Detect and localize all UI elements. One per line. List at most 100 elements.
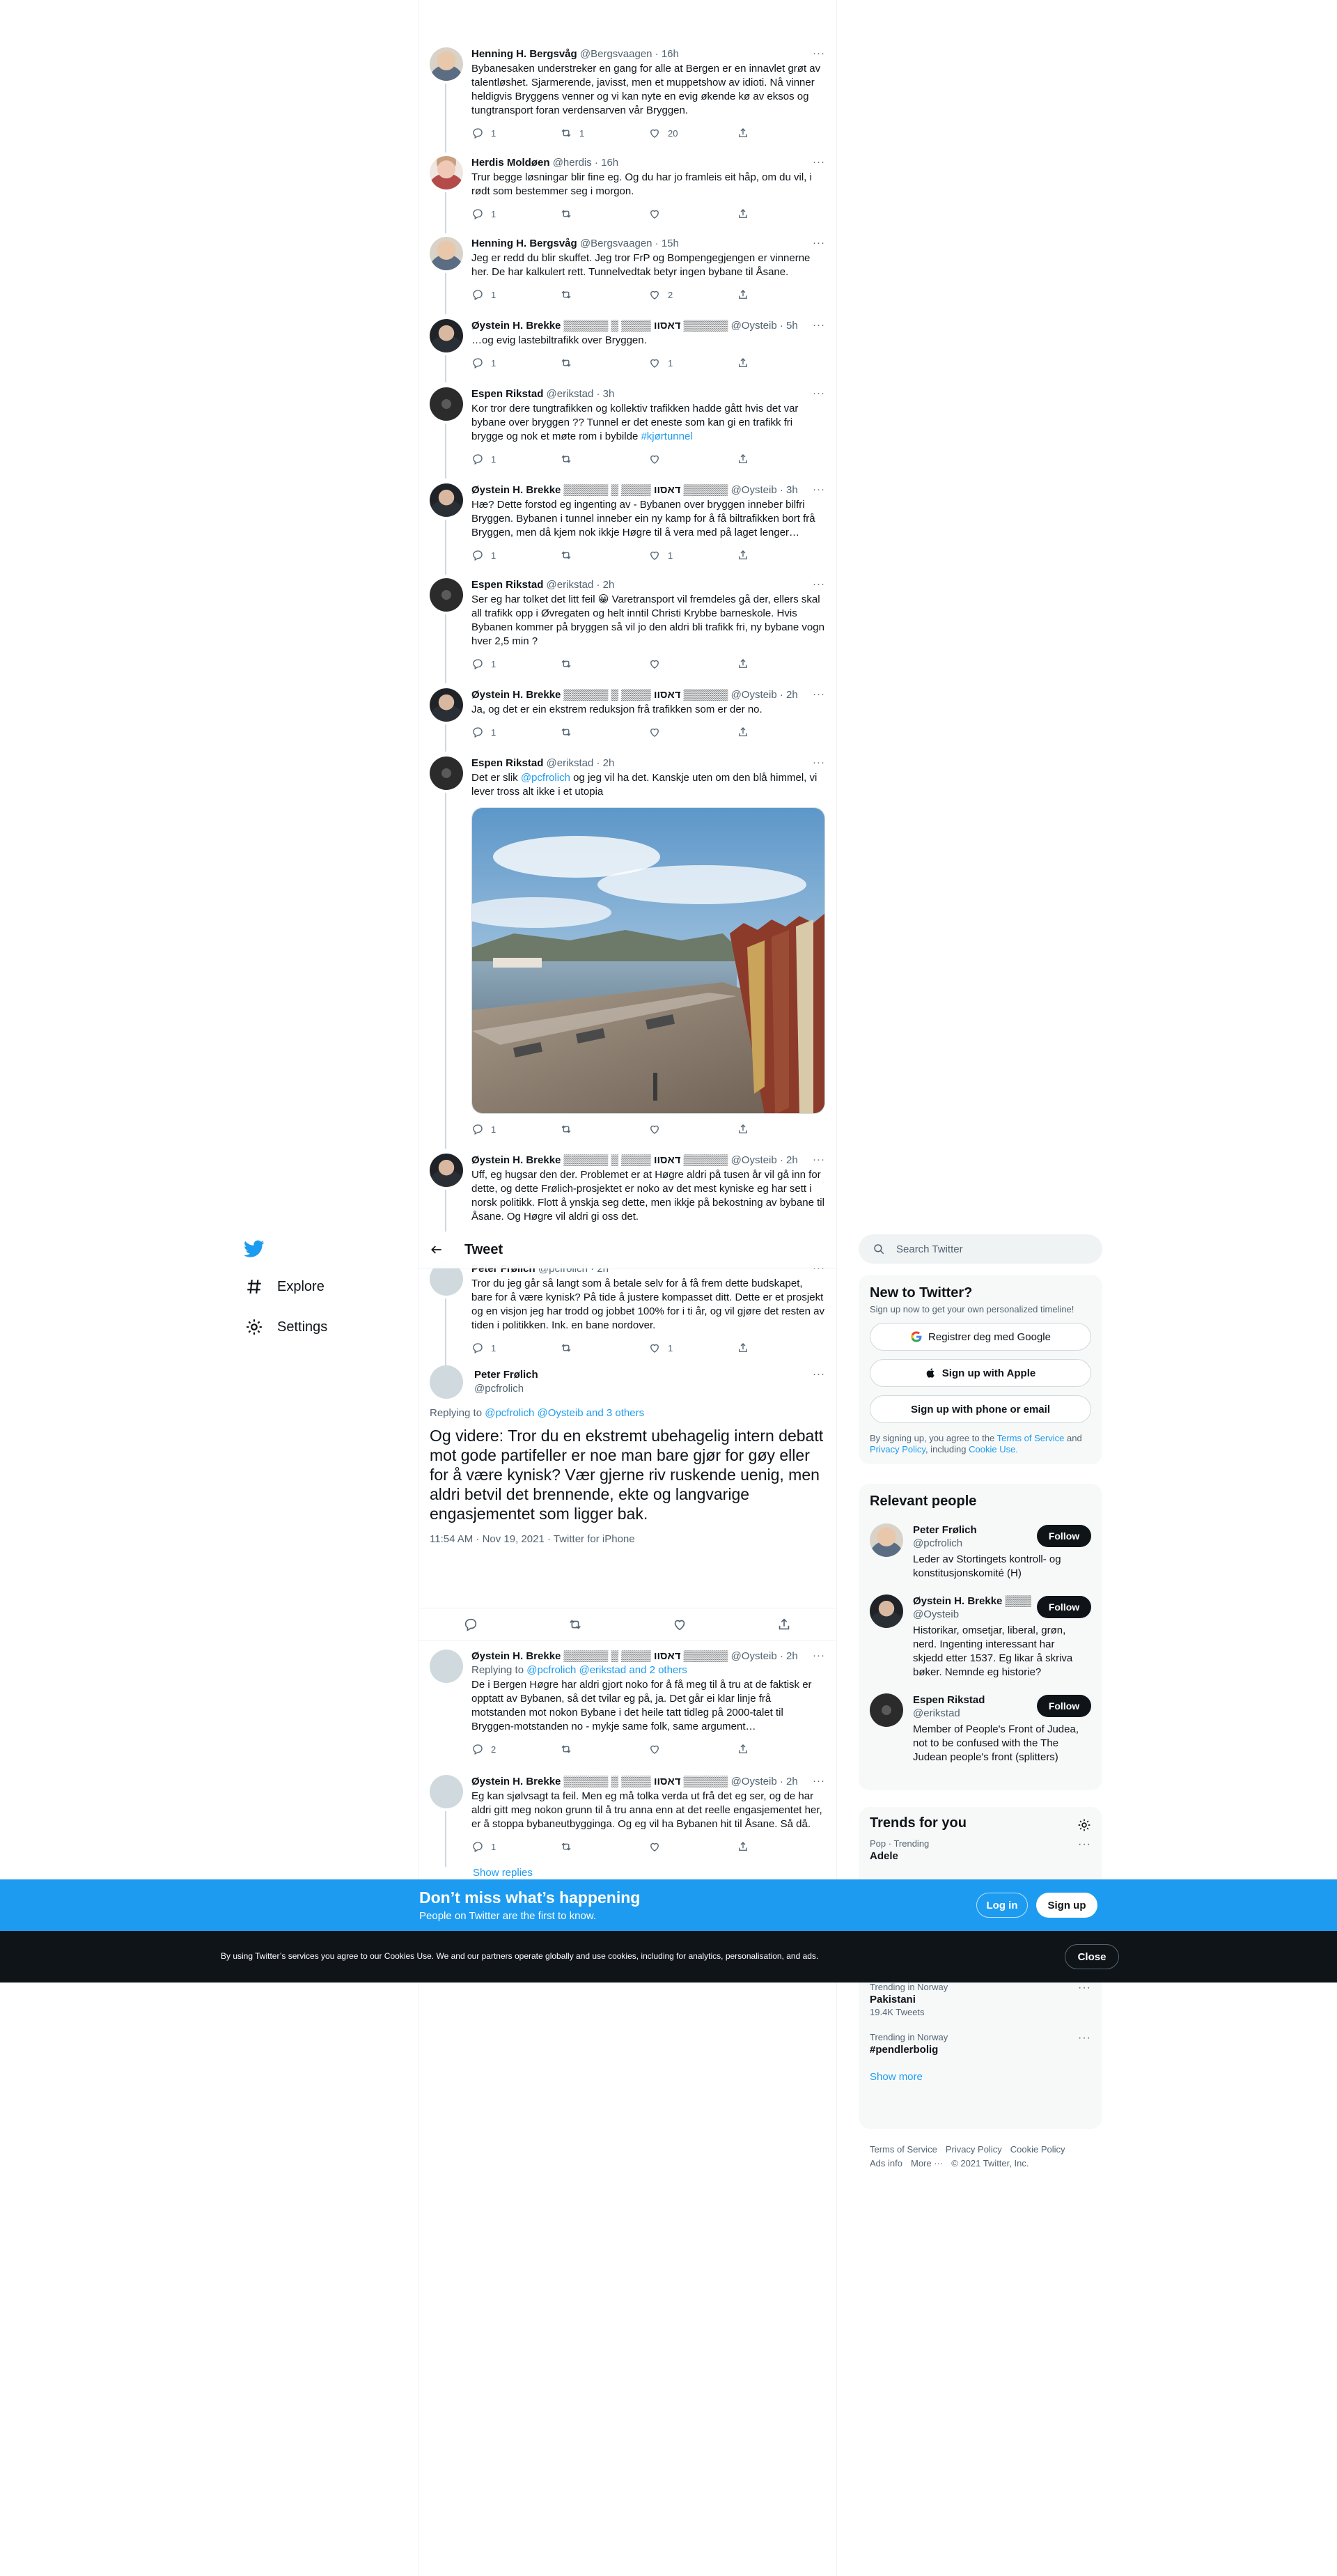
hashtag-link[interactable]: #kjørtunnel	[641, 430, 692, 442]
twitter-logo[interactable]	[237, 1232, 272, 1266]
tweet[interactable]: ··· Øystein H. Brekke ▒▒▒▒▒▒ ▒ ▒▒▒▒ דאסו…	[419, 680, 836, 752]
like-button[interactable]	[648, 453, 737, 465]
avatar[interactable]	[870, 1523, 903, 1557]
footer-link[interactable]: Terms of Service	[870, 2144, 937, 2155]
more-icon[interactable]: ···	[813, 319, 825, 331]
avatar[interactable]	[430, 319, 463, 352]
more-icon[interactable]: ···	[813, 387, 825, 399]
tweet-author-name[interactable]: Espen Rikstad	[471, 757, 543, 769]
reply-button[interactable]: 1	[471, 726, 560, 738]
tweet-photo[interactable]	[471, 807, 825, 1114]
retweet-button[interactable]	[560, 453, 648, 465]
tweet[interactable]: ··· Henning H. Bergsvåg @Bergsvaagen · 1…	[419, 228, 836, 314]
more-icon[interactable]: ···	[813, 756, 825, 768]
replying-to-link[interactable]: @pcfrolich @erikstad and 2 others	[526, 1664, 687, 1676]
search-bar[interactable]: Search Twitter	[859, 1234, 1102, 1264]
like-button[interactable]	[648, 726, 737, 738]
more-icon[interactable]: ···	[1078, 1982, 1091, 1994]
reply-button[interactable]: 1	[471, 453, 560, 465]
more-icon[interactable]: ···	[813, 578, 825, 590]
reply-button[interactable]: 1	[471, 1342, 560, 1354]
tweet-author-name[interactable]: Henning H. Bergsvåg	[471, 48, 577, 60]
share-button[interactable]	[737, 549, 825, 561]
replying-to-link[interactable]: @pcfrolich @Oysteib and 3 others	[485, 1407, 644, 1419]
tweet[interactable]: ··· Espen Rikstad @erikstad · 2h Det er …	[419, 748, 836, 1149]
reply-button[interactable]: 1	[471, 127, 560, 139]
share-button[interactable]	[737, 127, 825, 139]
retweet-button[interactable]	[560, 1342, 648, 1354]
follow-button[interactable]: Follow	[1037, 1525, 1091, 1547]
like-button[interactable]	[648, 208, 737, 220]
more-icon[interactable]: ···	[813, 1154, 825, 1165]
focal-timestamp[interactable]: 11:54 AM · Nov 19, 2021 · Twitter for iP…	[430, 1533, 825, 1545]
avatar[interactable]	[430, 387, 463, 421]
retweet-button[interactable]	[560, 288, 648, 301]
signup-button[interactable]: Sign up	[1036, 1893, 1097, 1918]
tweet-author-name[interactable]: Øystein H. Brekke ▒▒▒▒▒▒ ▒ ▒▒▒▒ דאסוו ▒▒…	[471, 1650, 728, 1662]
share-button[interactable]	[737, 1123, 825, 1135]
more-icon[interactable]: ···	[813, 483, 825, 495]
tweet-author-name[interactable]: Herdis Moldøen	[471, 157, 550, 169]
tweet-author-name[interactable]: Øystein H. Brekke ▒▒▒▒▒▒ ▒ ▒▒▒▒ דאסוו ▒▒…	[471, 484, 728, 496]
retweet-button[interactable]	[560, 658, 648, 670]
share-button[interactable]	[737, 357, 825, 369]
retweet-icon[interactable]	[568, 1617, 583, 1632]
retweet-button[interactable]	[560, 208, 648, 220]
avatar[interactable]	[430, 1154, 463, 1187]
login-button[interactable]: Log in	[976, 1893, 1028, 1918]
phone-email-signup-button[interactable]: Sign up with phone or email	[870, 1395, 1091, 1423]
share-icon[interactable]	[776, 1617, 792, 1632]
retweet-button[interactable]	[560, 1840, 648, 1853]
avatar[interactable]	[430, 47, 463, 81]
tweet-author-name[interactable]: Espen Rikstad	[471, 579, 543, 591]
avatar[interactable]	[870, 1595, 903, 1628]
terms-of-service-link[interactable]: Terms of Service	[997, 1433, 1065, 1443]
share-button[interactable]	[737, 453, 825, 465]
avatar[interactable]	[430, 688, 463, 722]
more-icon[interactable]: ···	[813, 1368, 825, 1380]
follow-button[interactable]: Follow	[1037, 1695, 1091, 1717]
footer-link[interactable]: Privacy Policy	[946, 2144, 1002, 2155]
avatar[interactable]	[430, 756, 463, 790]
tweet[interactable]: ··· Peter Frølich @pcfrolich · 2h Tror d…	[419, 1254, 836, 1367]
tweet-author-name[interactable]: Øystein H. Brekke ▒▒▒▒▒▒ ▒ ▒▒▒▒ דאסוו ▒▒…	[471, 1776, 728, 1787]
avatar[interactable]	[430, 1775, 463, 1808]
person-name[interactable]: Peter Frølich	[913, 1523, 1031, 1537]
tweet-author-name[interactable]: Espen Rikstad	[471, 388, 543, 400]
share-button[interactable]	[737, 658, 825, 670]
like-button[interactable]	[648, 1840, 737, 1853]
follow-button[interactable]: Follow	[1037, 1596, 1091, 1618]
footer-link[interactable]: Cookie Policy	[1010, 2144, 1065, 2155]
retweet-button[interactable]	[560, 549, 648, 561]
avatar[interactable]	[430, 1650, 463, 1683]
tweet-author-name[interactable]: Henning H. Bergsvåg	[471, 238, 577, 249]
focal-author[interactable]: Peter Frølich @pcfrolich	[474, 1368, 538, 1396]
show-more-link[interactable]: Show more	[870, 2071, 1091, 2083]
like-button[interactable]: 20	[648, 127, 737, 139]
avatar[interactable]	[430, 237, 463, 270]
nav-settings[interactable]: Settings	[237, 1307, 411, 1347]
person-name[interactable]: Øystein H. Brekke ▒▒▒▒▒▒	[913, 1595, 1031, 1608]
reply-tweet[interactable]: ··· Øystein H. Brekke ▒▒▒▒▒▒ ▒ ▒▒▒▒ דאסו…	[419, 1767, 836, 1867]
like-button[interactable]: 1	[648, 549, 737, 561]
reply-button[interactable]: 1	[471, 1123, 560, 1135]
like-button[interactable]: 1	[648, 1342, 737, 1354]
more-icon[interactable]: ···	[813, 1650, 825, 1661]
person-item[interactable]: Øystein H. Brekke ▒▒▒▒▒▒ @Oysteib Histor…	[870, 1595, 1091, 1679]
cookie-close-button[interactable]: Close	[1065, 1944, 1119, 1969]
show-replies-link[interactable]: Show replies	[473, 1867, 533, 1879]
share-button[interactable]	[737, 726, 825, 738]
reply-button[interactable]: 1	[471, 357, 560, 369]
reply-icon[interactable]	[463, 1617, 478, 1632]
apple-signup-button[interactable]: Sign up with Apple	[870, 1359, 1091, 1387]
like-button[interactable]	[648, 1123, 737, 1135]
retweet-button[interactable]	[560, 357, 648, 369]
tweet[interactable]: ··· Øystein H. Brekke ▒▒▒▒▒▒ ▒ ▒▒▒▒ דאסו…	[419, 311, 836, 382]
share-button[interactable]	[737, 208, 825, 220]
avatar[interactable]	[430, 483, 463, 517]
cookie-use-link[interactable]: Cookie Use.	[969, 1444, 1018, 1454]
settings-gear-icon[interactable]	[1077, 1818, 1091, 1832]
footer-link[interactable]: Ads info	[870, 2158, 902, 2168]
footer-link[interactable]: More ···	[911, 2158, 943, 2168]
avatar[interactable]	[430, 1365, 463, 1399]
